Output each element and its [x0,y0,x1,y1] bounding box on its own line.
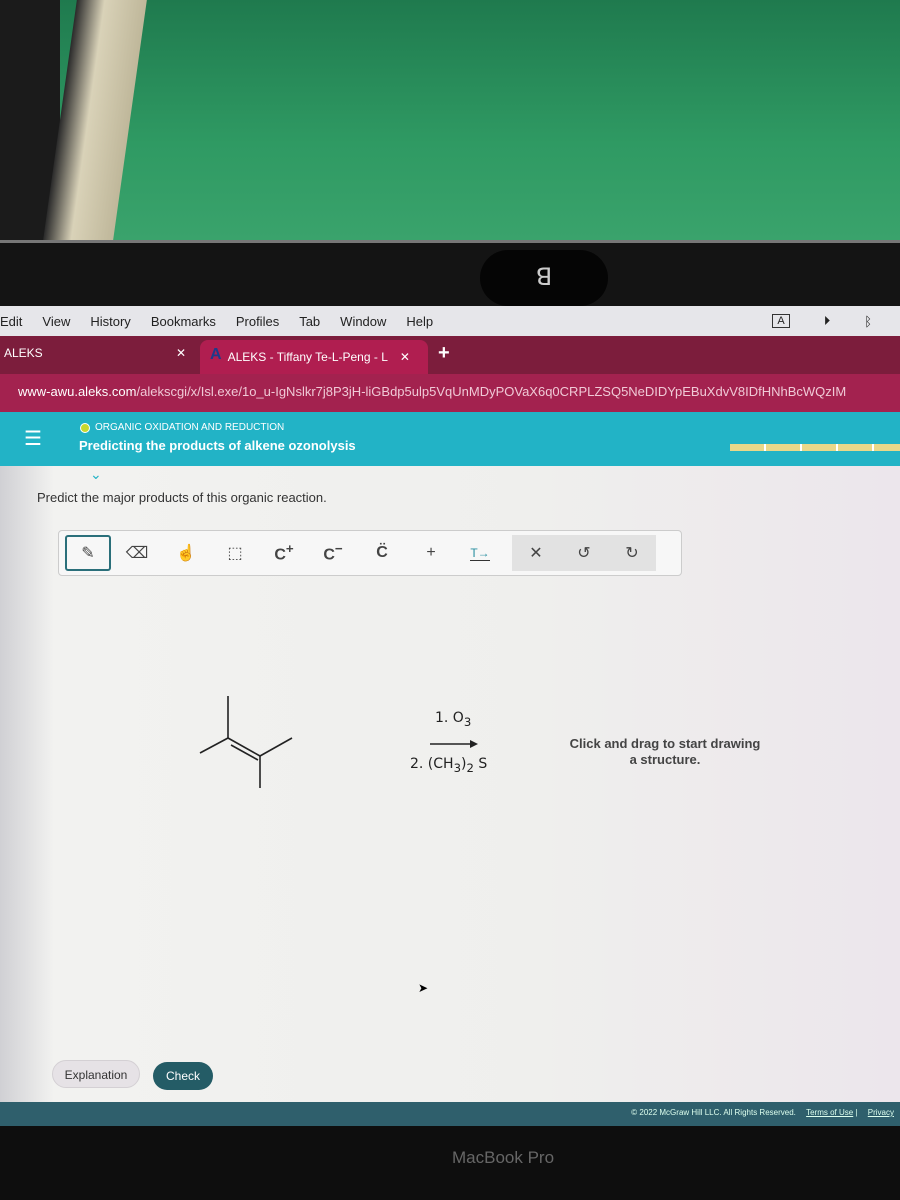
status-dot-icon [80,422,90,433]
menu-profiles[interactable]: Profiles [236,314,279,329]
privacy-link[interactable]: Privacy [868,1108,894,1117]
menu-window[interactable]: Window [340,314,386,329]
camera-notch: ꓭ [480,250,608,306]
reagent-step1: 1. O3 [435,710,472,729]
laptop-chin [0,1126,900,1200]
device-label: MacBook Pro [452,1148,555,1167]
terms-link[interactable]: Terms of Use [806,1108,853,1117]
progress-bar [730,444,900,451]
tab-label: ALEKS - Tiffany Te-L-Peng - L [227,350,388,364]
menu-view[interactable]: View [42,314,70,329]
menu-help[interactable]: Help [406,314,433,329]
url-host: www-awu.aleks.com [18,384,137,399]
cursor-icon: ➤ [418,981,429,995]
menu-history[interactable]: History [90,314,130,329]
menu-edit[interactable]: Edit [0,314,22,329]
background-wall [0,0,900,240]
tab-bar: ALEKS ✕ A ALEKS - Tiffany Te-L-Peng - L … [0,336,900,374]
menu-tab[interactable]: Tab [299,314,320,329]
reagent-step2: 2. (CH3)2 S [410,756,488,775]
menu-bookmarks[interactable]: Bookmarks [151,314,216,329]
bluetooth-icon[interactable]: ᛒ [864,314,872,329]
tab-aleks[interactable]: ALEKS [4,346,43,360]
input-source-icon[interactable]: A [772,314,790,328]
menu-bar: Edit View History Bookmarks Profiles Tab… [0,306,900,336]
explanation-button[interactable]: Explanation [52,1060,140,1088]
close-tab-icon[interactable]: ✕ [400,350,410,374]
laptop-bezel [0,240,900,310]
topic-label: ORGANIC OXIDATION AND REDUCTION [95,422,285,433]
close-tab-icon[interactable]: ✕ [176,346,186,360]
tab-aleks-active[interactable]: A ALEKS - Tiffany Te-L-Peng - L ✕ [200,340,428,374]
aleks-logo-icon: A [210,346,222,363]
url-path: /alekscgi/x/Isl.exe/1o_u-IgNslkr7j8P3jH-… [136,384,847,399]
new-tab-button[interactable]: + [438,342,450,365]
copyright: © 2022 McGraw Hill LLC. All Rights Reser… [631,1108,796,1117]
reactant-molecule [199,696,478,788]
footer: © 2022 McGraw Hill LLC. All Rights Reser… [0,1102,900,1126]
reaction-arrow [470,740,478,748]
address-bar[interactable]: www-awu.aleks.com/alekscgi/x/Isl.exe/1o_… [0,374,900,412]
play-icon[interactable]: ⏵ [824,313,831,329]
page-title: Predicting the products of alkene ozonol… [79,438,356,453]
canvas-hint[interactable]: Click and drag to start drawing a struct… [565,736,765,768]
menu-icon[interactable]: ☰ [24,426,42,451]
question-area: ⌄ Predict the major products of this org… [0,466,900,1102]
topic-header: ☰ ORGANIC OXIDATION AND REDUCTION Predic… [0,412,900,466]
check-button[interactable]: Check [153,1062,213,1090]
